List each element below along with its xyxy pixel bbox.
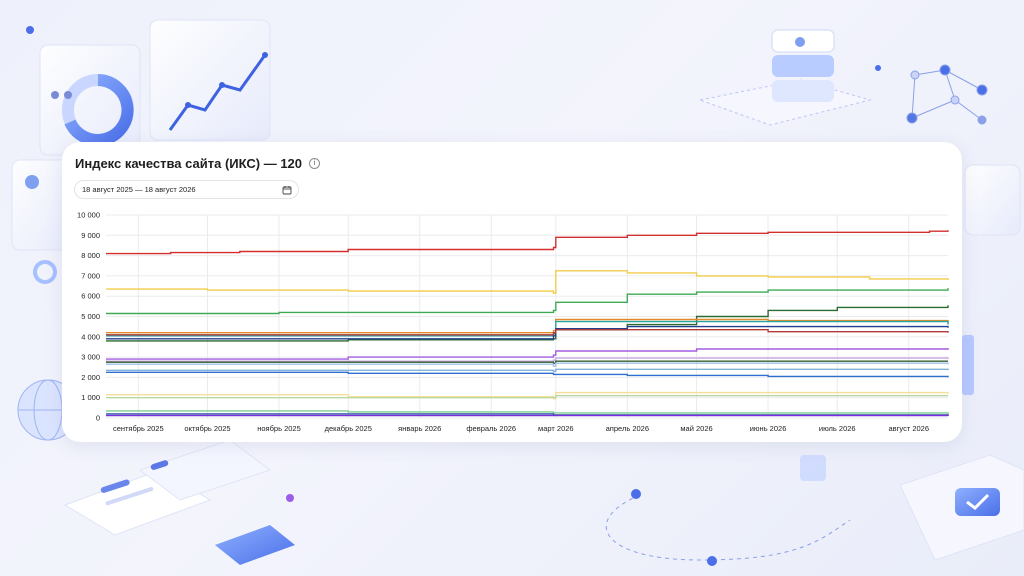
y-tick-label: 0 (96, 414, 100, 423)
right-bar-decor (962, 335, 974, 395)
cube-decor (800, 455, 826, 481)
x-tick-label: октябрь 2025 (184, 424, 230, 433)
ring-decor (33, 260, 57, 284)
network-graph-icon (906, 64, 988, 125)
y-tick-label: 10 000 (77, 211, 100, 220)
x-tick-label: июль 2026 (819, 424, 856, 433)
x-tick-label: сентябрь 2025 (113, 424, 164, 433)
series-line-13 (106, 368, 949, 372)
dot-decor (286, 494, 294, 502)
iks-card: Индекс качества сайта (ИКС) — 120 i 18 а… (62, 142, 962, 442)
x-tick-label: август 2026 (889, 424, 930, 433)
dot-decor (26, 26, 34, 34)
bottom-left-panel-decor (63, 439, 272, 536)
x-tick-label: ноябрь 2025 (257, 424, 301, 433)
iks-line-chart: 0 1 000 2 000 3 000 4 000 5 000 6 000 7 000 8 00… (77, 211, 949, 433)
dot-decor (875, 65, 881, 71)
server-stack-icon (698, 29, 872, 126)
dot-decor (631, 489, 641, 499)
line-chart-panel-icon (149, 19, 271, 141)
series-line-3 (106, 288, 949, 315)
y-tick-label: 7 000 (81, 271, 100, 280)
x-tick-label: декабрь 2025 (325, 424, 372, 433)
x-tick-label: январь 2026 (398, 424, 441, 433)
avatar-dot-icon (25, 175, 39, 189)
checkmark-panel-icon (899, 454, 1024, 561)
y-tick-label: 4 000 (81, 332, 100, 341)
series-line-1 (106, 230, 949, 255)
y-tick-label: 2 000 (81, 373, 100, 382)
image-icon-decor (215, 525, 295, 565)
y-tick-label: 5 000 (81, 312, 100, 321)
right-panel-decor (964, 164, 1021, 236)
donut-chart-panel-icon (39, 44, 141, 156)
x-tick-label: февраль 2026 (466, 424, 516, 433)
x-tick-label: март 2026 (538, 424, 574, 433)
x-tick-label: июнь 2026 (750, 424, 787, 433)
y-tick-label: 3 000 (81, 353, 100, 362)
x-tick-label: май 2026 (680, 424, 712, 433)
series-line-12 (106, 362, 949, 367)
x-tick-label: апрель 2026 (606, 424, 649, 433)
y-tick-label: 1 000 (81, 393, 100, 402)
y-tick-label: 9 000 (81, 231, 100, 240)
y-tick-label: 6 000 (81, 292, 100, 301)
dot-decor (707, 556, 717, 566)
dashed-path-decor (605, 494, 851, 561)
series-line-14 (106, 371, 949, 378)
series-line-6 (106, 320, 949, 337)
y-tick-label: 8 000 (81, 251, 100, 260)
